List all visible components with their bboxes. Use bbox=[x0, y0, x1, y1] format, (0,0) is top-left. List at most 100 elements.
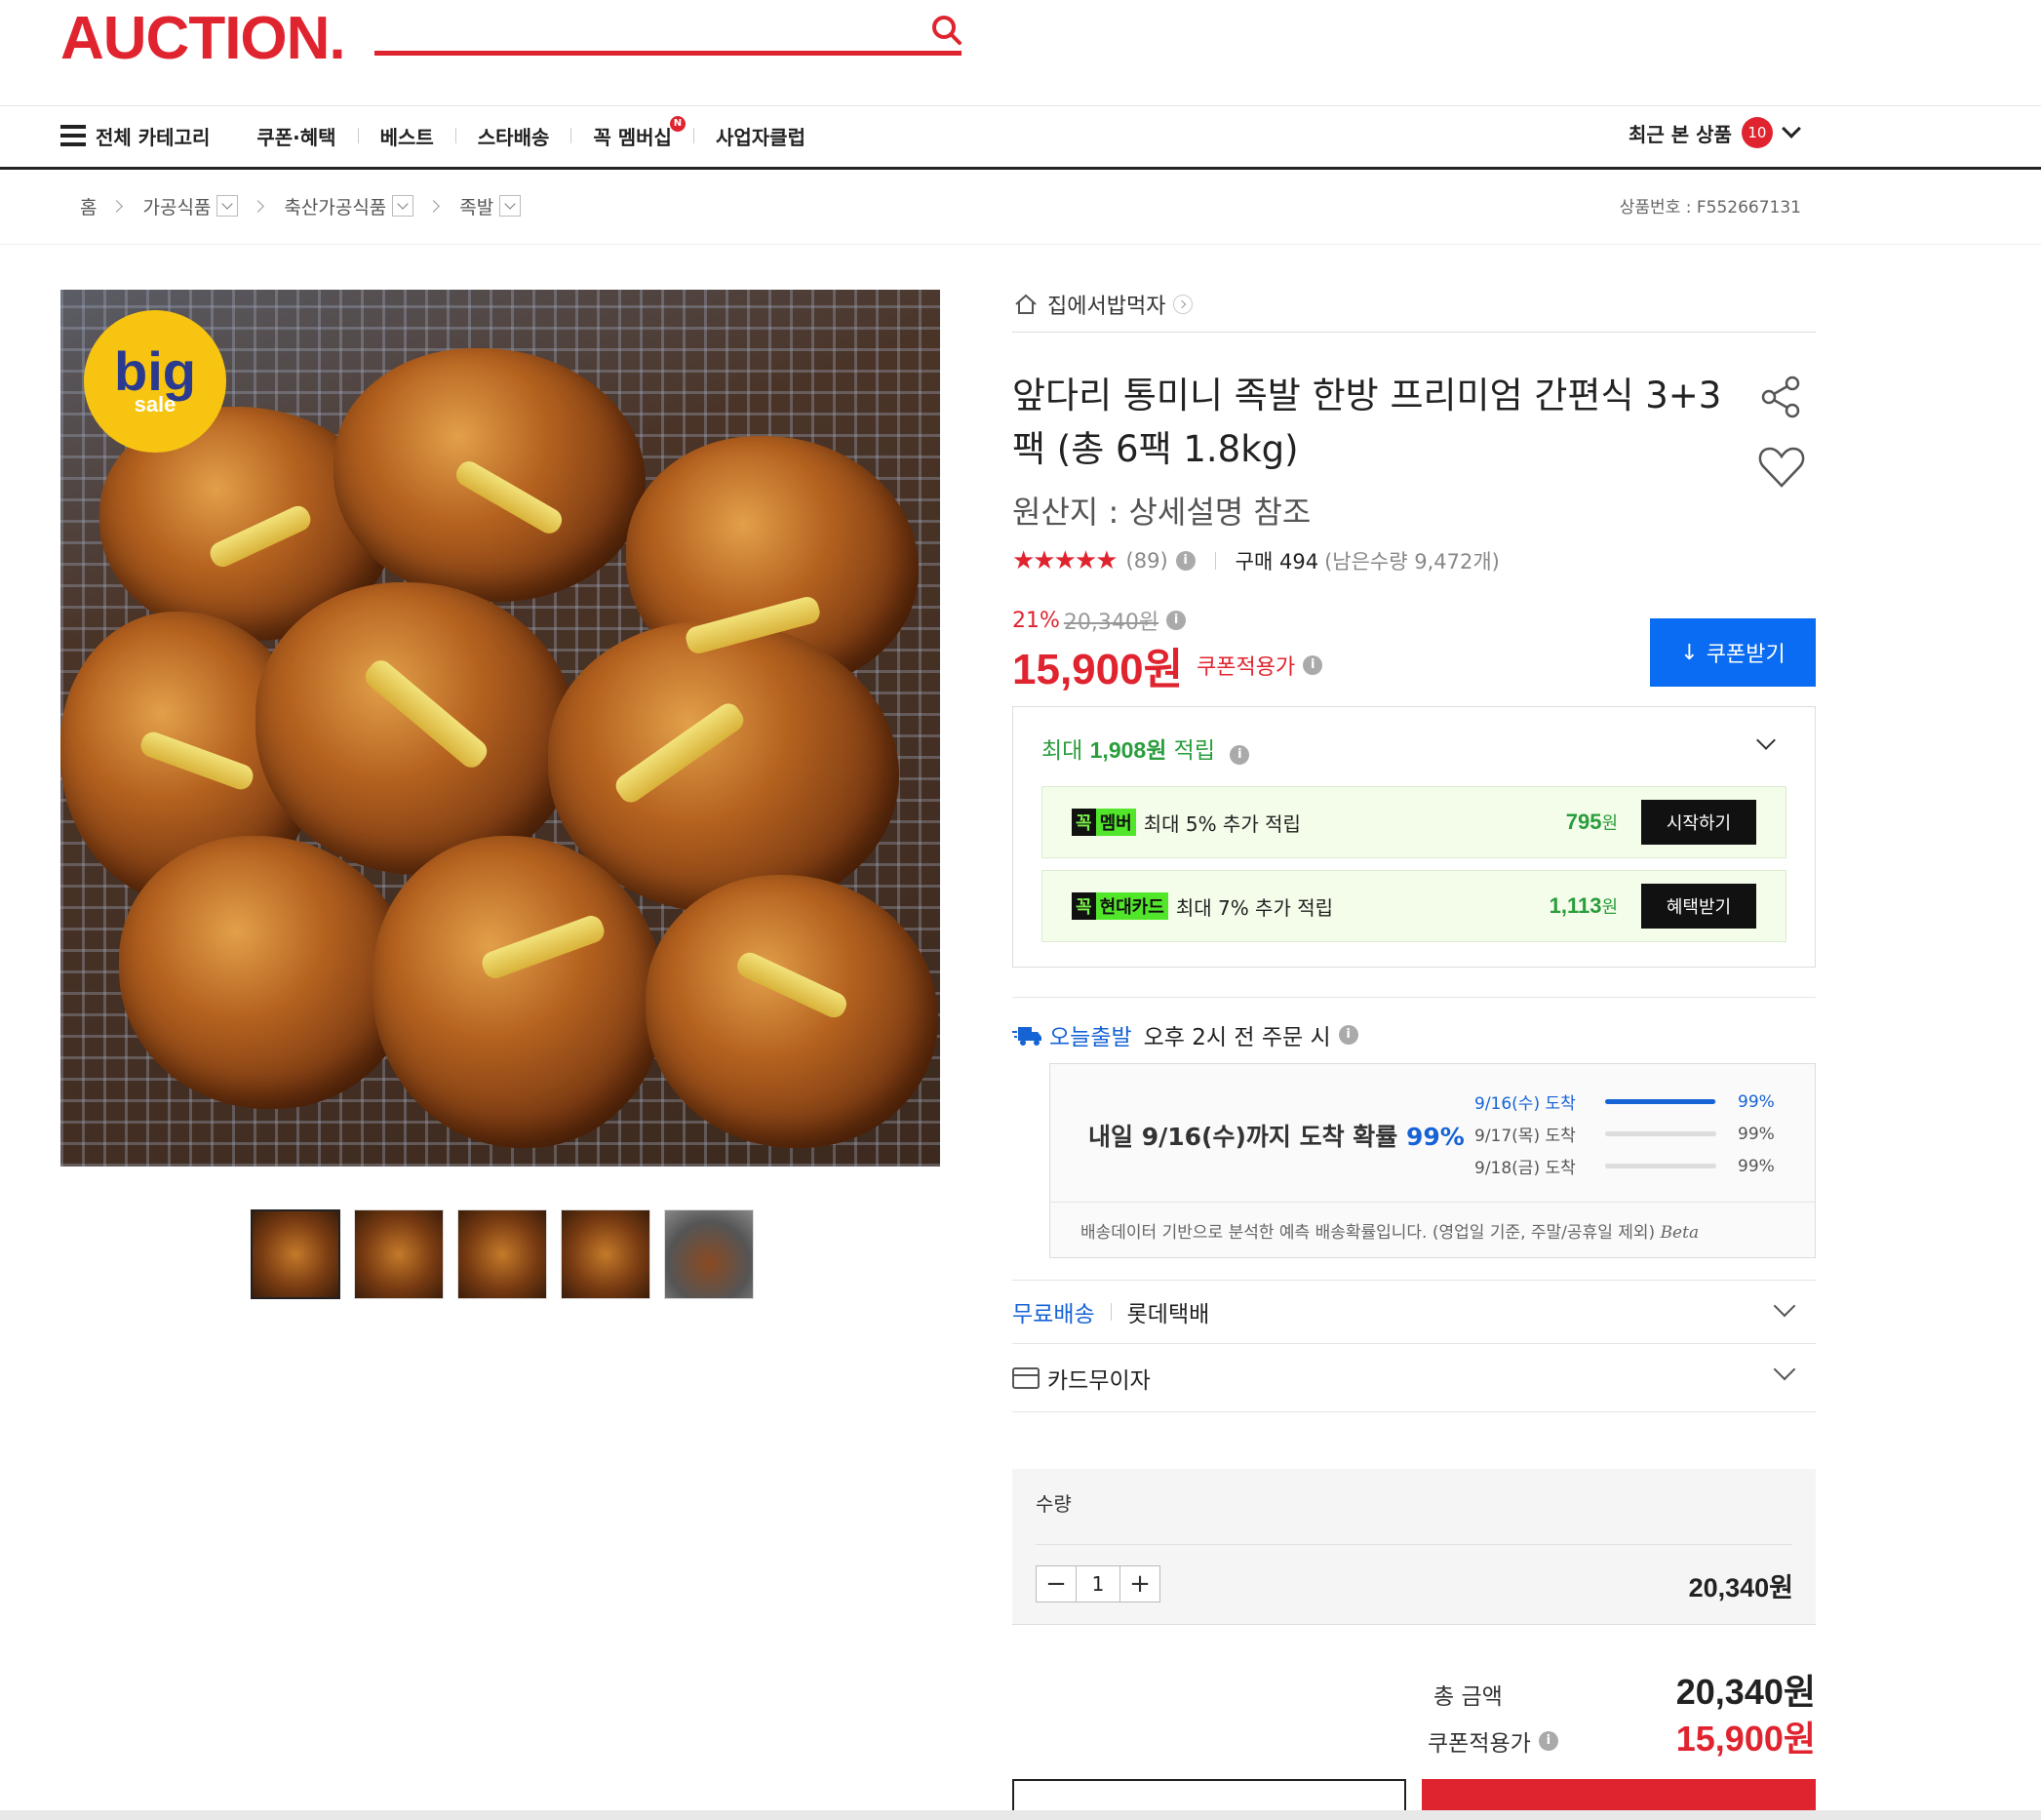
info-icon[interactable]: i bbox=[1230, 745, 1250, 765]
thumbnail-list bbox=[251, 1209, 767, 1299]
nav-item-coupon[interactable]: 쿠폰·혜택 bbox=[256, 122, 335, 150]
info-icon[interactable]: i bbox=[1338, 1025, 1358, 1045]
nav-item-business-club[interactable]: 사업자클럽 bbox=[716, 122, 805, 150]
heart-icon[interactable] bbox=[1757, 445, 1806, 490]
discount-percent: 21% bbox=[1012, 608, 1060, 633]
breadcrumb-item[interactable]: 족발 bbox=[459, 193, 493, 219]
all-categories-button[interactable]: 전체 카테고리 bbox=[60, 122, 210, 150]
nav-item-best[interactable]: 베스트 bbox=[380, 122, 434, 150]
nav-divider bbox=[357, 128, 359, 143]
recent-products-button[interactable]: 최근 본 상품 10 bbox=[1629, 117, 1801, 148]
today-shipping-label: 오늘출발 bbox=[1049, 1025, 1132, 1050]
arrival-date: 9/18(금) 도착 bbox=[1474, 1159, 1576, 1178]
info-icon[interactable]: i bbox=[1303, 655, 1323, 675]
original-price: 20,340원 bbox=[1063, 611, 1159, 635]
nav-item-star-delivery[interactable]: 스타배송 bbox=[478, 122, 550, 150]
arrival-summary: 내일 9/16(수)까지 도착 확률 99% bbox=[1088, 1118, 1465, 1153]
arrival-bar bbox=[1605, 1099, 1716, 1104]
reward-row-hyundai-card: 꼭 현대카드 최대 7% 추가 적립 1,113원 혜택받기 bbox=[1041, 870, 1786, 942]
original-price-row: 21% 20,340원 i bbox=[1012, 605, 1187, 636]
divider bbox=[1036, 1544, 1792, 1545]
tag-value: 멤버 bbox=[1095, 809, 1136, 836]
coupon-button-label: 쿠폰받기 bbox=[1706, 643, 1786, 667]
seller-link[interactable]: 집에서밥먹자 bbox=[1014, 289, 1194, 320]
arrival-percent: 99% bbox=[1738, 1156, 1775, 1176]
price-label: 쿠폰적용가 bbox=[1197, 655, 1296, 680]
star-rating: ★★★★★ bbox=[1012, 546, 1119, 575]
reward-text: 최대 7% 추가 적립 bbox=[1175, 895, 1334, 920]
membership-tag: 꼭 멤버 bbox=[1072, 809, 1136, 836]
beta-label: Beta bbox=[1660, 1223, 1700, 1243]
header-divider bbox=[0, 105, 2041, 106]
dropdown-icon[interactable] bbox=[216, 195, 239, 217]
big-sale-big: big bbox=[114, 340, 196, 402]
nav-item-membership[interactable]: 꼭 멤버십 N bbox=[593, 115, 686, 150]
thumbnail[interactable] bbox=[354, 1209, 444, 1299]
arrival-row: 9/16(수) 도착 99% bbox=[1474, 1089, 1775, 1115]
chevron-right-icon bbox=[427, 199, 441, 213]
price-row: 15,900원 쿠폰적용가 i bbox=[1012, 634, 1323, 696]
big-sale-sale: sale bbox=[134, 392, 177, 416]
arrival-bar bbox=[1605, 1131, 1716, 1136]
reward-title-suffix: 적립 bbox=[1166, 738, 1215, 764]
review-count[interactable]: (89) bbox=[1126, 549, 1168, 573]
sale-price: 15,900원 bbox=[1012, 646, 1184, 693]
coupon-download-button[interactable]: ↓ 쿠폰받기 bbox=[1650, 618, 1816, 687]
quantity-input[interactable]: 1 bbox=[1076, 1566, 1120, 1602]
divider bbox=[1214, 552, 1216, 570]
total-value: 20,340원 bbox=[1675, 1672, 1816, 1712]
credit-card-icon bbox=[1012, 1366, 1040, 1389]
carrier-label: 롯데택배 bbox=[1126, 1302, 1210, 1327]
product-origin: 원산지 : 상세설명 참조 bbox=[1012, 494, 1312, 531]
reward-amount-unit: 원 bbox=[1601, 897, 1618, 917]
arrival-date: 9/17(목) 도착 bbox=[1474, 1127, 1576, 1146]
dropdown-icon[interactable] bbox=[392, 195, 414, 217]
breadcrumb-home[interactable]: 홈 bbox=[80, 193, 97, 219]
today-shipping-text: 오후 2시 전 주문 시 bbox=[1143, 1025, 1331, 1050]
breadcrumb-item[interactable]: 축산가공식품 bbox=[284, 193, 386, 219]
increase-button[interactable]: + bbox=[1120, 1566, 1159, 1602]
seller-name: 집에서밥먹자 bbox=[1047, 295, 1166, 319]
thumbnail[interactable] bbox=[664, 1209, 754, 1299]
nav-divider bbox=[692, 128, 694, 143]
quantity-price: 20,340원 bbox=[1688, 1573, 1793, 1602]
recent-count-badge: 10 bbox=[1741, 117, 1773, 148]
breadcrumb-item[interactable]: 가공식품 bbox=[142, 193, 211, 219]
chevron-right-icon bbox=[1173, 295, 1194, 314]
chevron-right-icon bbox=[110, 199, 124, 213]
arrival-row: 9/17(목) 도착 99% bbox=[1474, 1122, 1775, 1147]
product-title: 앞다리 통미니 족발 한방 프리미엄 간편식 3+3팩 (총 6팩 1.8kg) bbox=[1012, 375, 1722, 470]
card-installment-row[interactable]: 카드무이자 bbox=[1012, 1344, 1816, 1412]
chevron-down-icon bbox=[1773, 1358, 1796, 1381]
divider bbox=[1110, 1303, 1112, 1321]
start-membership-button[interactable]: 시작하기 bbox=[1641, 800, 1756, 845]
search-icon[interactable] bbox=[928, 12, 965, 49]
info-icon[interactable]: i bbox=[1538, 1731, 1558, 1751]
reward-title[interactable]: 최대 1,908원 적립 i bbox=[1041, 732, 1250, 765]
reward-amount-value: 1,113 bbox=[1549, 893, 1602, 918]
dropdown-icon[interactable] bbox=[499, 195, 522, 217]
delivery-info-row[interactable]: 무료배송 롯데택배 bbox=[1012, 1280, 1816, 1344]
quantity-label: 수량 bbox=[1036, 1492, 1072, 1516]
reward-amount: 1,113원 bbox=[1550, 893, 1618, 919]
share-icon[interactable] bbox=[1759, 375, 1804, 419]
thumbnail[interactable] bbox=[457, 1209, 547, 1299]
auction-logo[interactable]: AUCTION. bbox=[60, 4, 346, 73]
get-benefit-button[interactable]: 혜택받기 bbox=[1641, 884, 1756, 929]
coupon-total-label-text: 쿠폰적용가 bbox=[1428, 1731, 1531, 1757]
main-nav: 전체 카테고리 쿠폰·혜택 베스트 스타배송 꼭 멤버십 N 사업자클럽 bbox=[60, 115, 827, 156]
info-icon[interactable]: i bbox=[1175, 551, 1196, 571]
nav-divider bbox=[570, 128, 572, 143]
download-icon: ↓ bbox=[1680, 640, 1699, 665]
info-icon[interactable]: i bbox=[1166, 611, 1187, 630]
rating-row: ★★★★★ (89) i 구매 494 (남은수량 9,472개) bbox=[1012, 546, 1500, 575]
decrease-button[interactable]: − bbox=[1037, 1566, 1076, 1602]
tag-key: 꼭 bbox=[1072, 809, 1096, 836]
recent-products-label: 최근 본 상품 bbox=[1629, 122, 1732, 146]
thumbnail[interactable] bbox=[251, 1209, 340, 1299]
arrival-date: 9/16(수) 도착 bbox=[1474, 1094, 1576, 1114]
arrival-note-text: 배송데이터 기반으로 분석한 예측 배송확률입니다. (영업일 기준, 주말/공… bbox=[1080, 1223, 1656, 1243]
thumbnail[interactable] bbox=[561, 1209, 650, 1299]
product-number: 상품번호 : F552667131 bbox=[1619, 198, 1801, 218]
search-input[interactable] bbox=[374, 51, 962, 56]
